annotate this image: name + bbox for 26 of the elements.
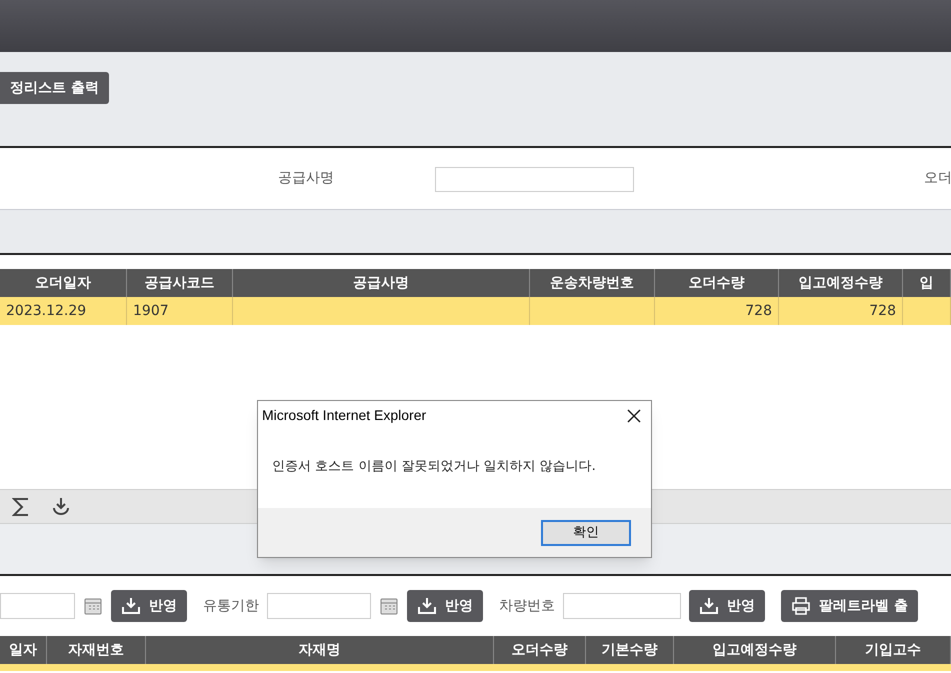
input-field[interactable] [435,167,634,192]
ok-button[interactable]: 확인 [541,520,631,546]
apply-button[interactable]: 반영 [407,590,483,622]
dialog-message: 인증서 호스트 이름이 잘못되었거나 일치하지 않습니다. [271,458,597,476]
printer-icon [791,597,811,615]
dialog-title: Microsoft Internet Explorer [262,406,426,425]
print-label-button[interactable]: 팔레트라벨 출 [781,590,918,622]
input-field[interactable] [0,593,75,619]
download-icon [699,597,719,615]
download-icon[interactable] [50,496,72,518]
table-row[interactable]: 2023.12.29 1907 728 728 [0,297,951,325]
download-icon [417,597,437,615]
apply-button[interactable]: 반영 [689,590,765,622]
download-icon [121,597,141,615]
close-icon[interactable] [627,408,641,422]
input-field[interactable] [267,593,371,619]
sum-icon[interactable] [12,496,30,516]
field-label: 차량번호 [499,596,555,616]
apply-button[interactable]: 반영 [111,590,187,622]
calendar-icon[interactable] [379,596,399,616]
calendar-icon[interactable] [83,596,103,616]
print-list-button[interactable]: 정리스트 출력 [0,72,109,104]
field-label: 유통기한 [203,596,259,616]
input-field[interactable] [563,593,681,619]
field-label: 오더 [924,169,951,188]
field-label: 공급사명 [278,169,334,188]
